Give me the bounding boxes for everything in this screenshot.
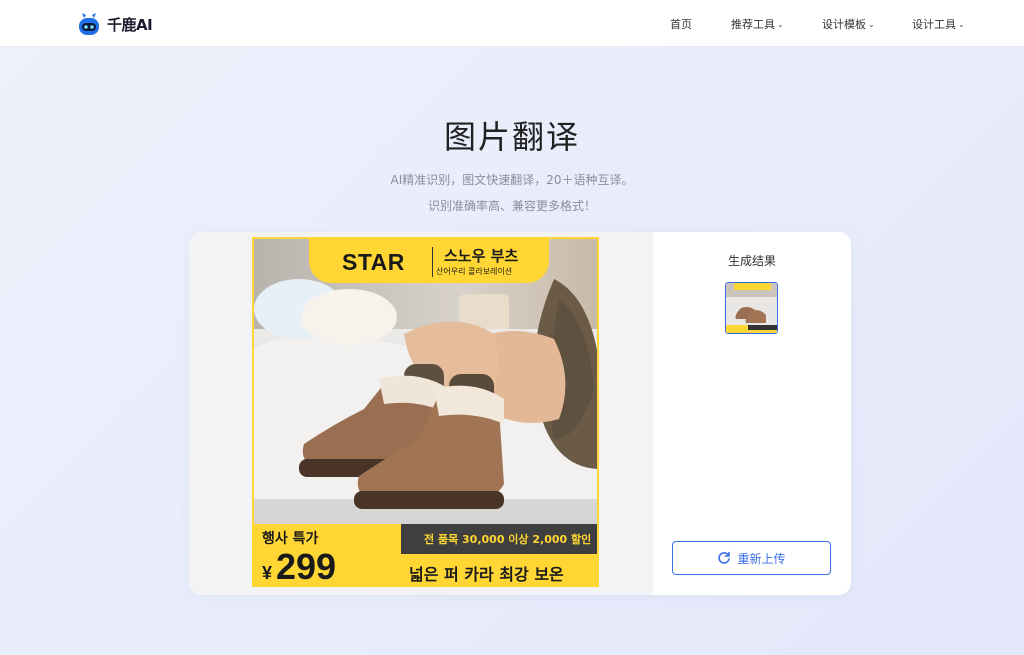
reupload-label: 重新上传 [737,551,786,566]
nav-home-label: 首页 [670,18,692,31]
chevron-down-icon: ⌄ [777,20,784,29]
ad-price-value: 299 [276,546,337,587]
chevron-down-icon: ⌄ [958,20,965,29]
result-thumbnail[interactable] [725,282,778,334]
page-subtitle-line1: AI精准识别，图文快速翻译，20＋语种互译。 [390,173,634,187]
reupload-button[interactable]: 重新上传 [672,541,831,575]
ad-coupon-text: 전 품목 30,000 이상 2,000 할인 [424,533,592,546]
page-title: 图片翻译 [443,118,580,156]
translation-card: STAR 스노우 부츠 산어우리 콜라보레이션 행사 특가 ¥299 전 품목 … [189,232,851,595]
ad-currency: ¥ [262,563,273,583]
ad-product-name: 스노우 부츠 [444,247,519,265]
ad-divider [432,247,433,277]
result-thumbnail-image [726,283,777,333]
top-navbar: 千鹿AI 首页 推荐工具 ⌄ 设计模板 ⌄ 设计工具 ⌄ [0,0,1024,47]
ad-event-label: 행사 특가 [262,531,319,547]
nav-design-tools-label: 设计工具 [912,18,956,31]
ad-tagline: 넓은 퍼 카라 최강 보온 [409,565,564,584]
logo[interactable]: 千鹿AI [76,10,153,38]
page-subtitle-line2: 识别准确率高、兼容更多格式！ [427,199,596,213]
nav-home[interactable]: 首页 [670,16,692,32]
nav-recommended-tools[interactable]: 推荐工具 ⌄ [731,16,784,32]
ad-collab-text: 산어우리 콜라보레이션 [436,267,513,276]
nav-design-templates[interactable]: 设计模板 ⌄ [822,16,875,32]
refresh-icon [718,551,731,564]
nav-design-tools[interactable]: 设计工具 ⌄ [912,16,965,32]
chevron-down-icon: ⌄ [868,20,875,29]
nav-recommended-tools-label: 推荐工具 [731,18,775,31]
translated-image-preview: STAR 스노우 부츠 산어우리 콜라보레이션 행사 특가 ¥299 전 품목 … [252,237,599,587]
nav-design-templates-label: 设计模板 [822,18,866,31]
result-title: 生成结果 [727,254,776,268]
logo-text: 千鹿AI [107,15,153,34]
ad-price: ¥299 [262,546,337,587]
ad-brand: STAR [342,249,405,275]
deer-mascot-icon [79,13,99,35]
